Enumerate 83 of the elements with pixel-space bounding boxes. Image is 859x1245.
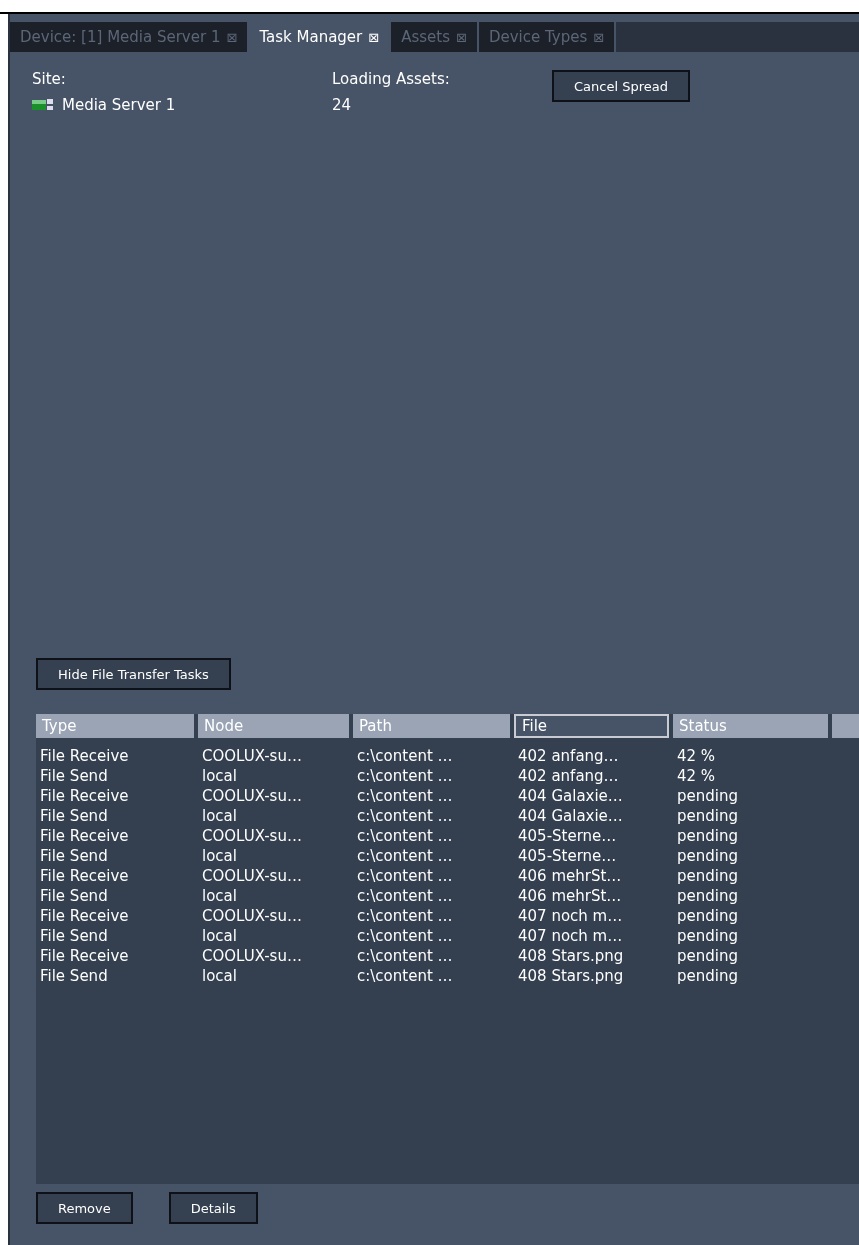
- table-cell-text: pending: [676, 786, 739, 806]
- table-cell-text: pending: [676, 946, 739, 966]
- table-cell-text: COOLUX-su…: [201, 946, 303, 966]
- column-header[interactable]: Status: [673, 714, 828, 738]
- close-icon[interactable]: ⊠: [226, 29, 238, 45]
- loading-assets-count: 24: [332, 96, 353, 114]
- table-cell-text: 406 mehrSt…: [517, 866, 623, 886]
- table-cell-text: c:\content …: [356, 766, 454, 786]
- table-cell-text: File Receive: [39, 786, 130, 806]
- table-cell-text: 42 %: [676, 766, 717, 786]
- close-icon[interactable]: ⊠: [456, 29, 467, 45]
- tab[interactable]: Assets ⊠: [391, 22, 479, 52]
- table-cell-text: pending: [676, 966, 739, 986]
- table-cell-text: COOLUX-su…: [201, 786, 303, 806]
- table-cell-text: 405-Sterne…: [517, 846, 618, 866]
- table-cell-text: File Receive: [39, 866, 130, 886]
- table-cell-text: File Send: [39, 926, 109, 946]
- table-cell-text: 42 %: [676, 746, 717, 766]
- table-cell-text: pending: [676, 846, 739, 866]
- column-header[interactable]: Node: [198, 714, 349, 738]
- table-cell-text: 407 noch m…: [517, 926, 624, 946]
- empty-column-header: [832, 714, 859, 738]
- table-cell-text: c:\content …: [356, 926, 454, 946]
- tab[interactable]: Device: [1] Media Server 1 ⊠: [10, 22, 250, 52]
- table-cell-text: File Receive: [39, 746, 130, 766]
- table-cell-text: 405-Sterne…: [517, 826, 618, 846]
- table-cell-text: local: [201, 766, 238, 786]
- table-cell-text: local: [201, 886, 238, 906]
- table-cell-text: c:\content …: [356, 906, 454, 926]
- site-name: Media Server 1: [62, 96, 176, 114]
- hide-tasks-button[interactable]: Hide File Transfer Tasks: [36, 658, 231, 690]
- table-cell-text: COOLUX-su…: [201, 826, 303, 846]
- tab[interactable]: Task Manager ⊠: [249, 22, 392, 52]
- table-cell-text: 404 Galaxie…: [517, 786, 624, 806]
- close-icon[interactable]: ⊠: [368, 29, 380, 45]
- table-cell-text: c:\content …: [356, 826, 454, 846]
- table-cell-text: 407 noch m…: [517, 906, 624, 926]
- table-cell-text: local: [201, 806, 238, 826]
- server-icon: [32, 99, 54, 111]
- table-cell-text: File Receive: [39, 826, 130, 846]
- table-cell-text: File Send: [39, 966, 109, 986]
- table-cell-text: local: [201, 926, 238, 946]
- table-cell-text: pending: [676, 866, 739, 886]
- cancel-spread-button[interactable]: Cancel Spread: [552, 70, 690, 102]
- loading-assets-label: Loading Assets:: [332, 70, 451, 88]
- table-cell-text: 408 Stars.png: [517, 966, 625, 986]
- table-cell-text: 402 anfang…: [517, 766, 620, 786]
- action-button[interactable]: Remove: [36, 1192, 133, 1224]
- table-cell-text: c:\content …: [356, 966, 454, 986]
- table-cell-text: File Send: [39, 806, 109, 826]
- table-cell-text: 406 mehrSt…: [517, 886, 623, 906]
- table-cell-text: File Receive: [39, 946, 130, 966]
- table-cell-text: c:\content …: [356, 786, 454, 806]
- table-cell-text: pending: [676, 886, 739, 906]
- table-cell-text: 408 Stars.png: [517, 946, 625, 966]
- table-cell-text: local: [201, 966, 238, 986]
- table-cell-text: pending: [676, 906, 739, 926]
- tab[interactable]: Device Types ⊠: [478, 22, 617, 52]
- table-cell-text: 404 Galaxie…: [517, 806, 624, 826]
- close-icon[interactable]: ⊠: [593, 29, 605, 45]
- table-cell-text: pending: [676, 806, 739, 826]
- column-header[interactable]: Path: [353, 714, 510, 738]
- table-cell-text: c:\content …: [356, 866, 454, 886]
- table-cell-text: c:\content …: [356, 746, 454, 766]
- table-cell-text: File Receive: [39, 906, 130, 926]
- column-header[interactable]: Type: [36, 714, 194, 738]
- table-cell-text: File Send: [39, 766, 109, 786]
- table-cell-text: 402 anfang…: [517, 746, 620, 766]
- table-cell-text: pending: [676, 926, 739, 946]
- table-cell-text: c:\content …: [356, 946, 454, 966]
- table-cell-text: COOLUX-su…: [201, 906, 303, 926]
- site-label: Site:: [32, 70, 67, 88]
- column-header[interactable]: File: [514, 714, 669, 738]
- action-button[interactable]: Details: [168, 1192, 258, 1224]
- table-cell-text: File Send: [39, 846, 109, 866]
- table-cell-text: COOLUX-su…: [201, 746, 303, 766]
- table-cell-text: pending: [676, 826, 739, 846]
- table-cell-text: File Send: [39, 886, 109, 906]
- table-cell-text: local: [201, 846, 238, 866]
- table-cell-text: c:\content …: [356, 846, 454, 866]
- table-cell-text: c:\content …: [356, 886, 454, 906]
- table-cell-text: c:\content …: [356, 806, 454, 826]
- table-cell-text: COOLUX-su…: [201, 866, 303, 886]
